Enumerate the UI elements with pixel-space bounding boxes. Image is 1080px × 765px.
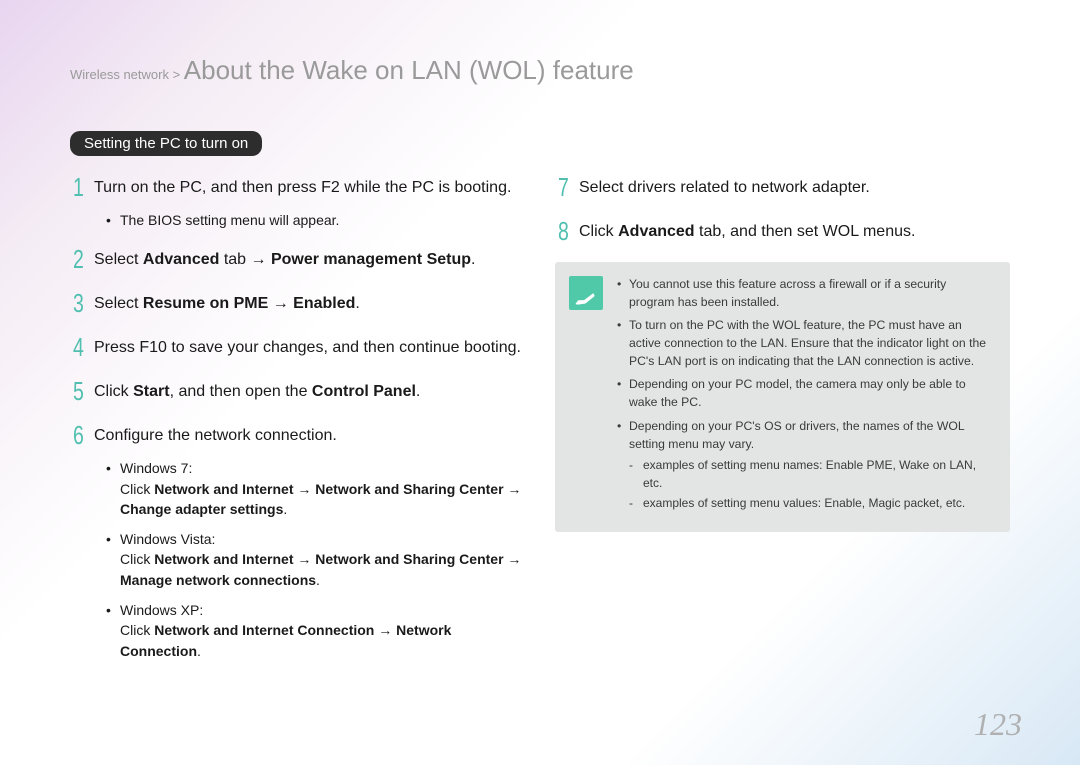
- step-number: 6: [73, 422, 91, 448]
- step-sublist-item: The BIOS setting menu will appear.: [106, 210, 525, 230]
- left-column: 1Turn on the PC, and then press F2 while…: [70, 174, 525, 677]
- note-item: You cannot use this feature across a fir…: [617, 276, 992, 311]
- note-item: Depending on your PC's OS or drivers, th…: [617, 418, 992, 513]
- note-sublist-item: examples of setting menu values: Enable,…: [629, 495, 992, 512]
- step-text: Turn on the PC, and then press F2 while …: [94, 174, 511, 199]
- step-sublist: The BIOS setting menu will appear.: [106, 210, 525, 230]
- step: 8Click Advanced tab, and then set WOL me…: [555, 218, 1010, 244]
- step-number: 2: [73, 246, 91, 272]
- step: 1Turn on the PC, and then press F2 while…: [70, 174, 525, 200]
- note-item: To turn on the PC with the WOL feature, …: [617, 317, 992, 370]
- step: 6Configure the network connection.: [70, 422, 525, 448]
- right-column: 7Select drivers related to network adapt…: [555, 174, 1010, 677]
- page-number: 123: [974, 706, 1022, 743]
- step: 5Click Start, and then open the Control …: [70, 378, 525, 404]
- section: Setting the PC to turn on 1Turn on the P…: [70, 131, 1010, 677]
- page-title: Wireless network > About the Wake on LAN…: [70, 55, 1010, 86]
- step-text: Select Resume on PME → Enabled.: [94, 290, 360, 315]
- step-number: 7: [558, 174, 576, 200]
- note-pen-icon: [569, 276, 603, 310]
- step-number: 8: [558, 218, 576, 244]
- step-text: Select Advanced tab → Power management S…: [94, 246, 475, 271]
- step-text: Configure the network connection.: [94, 422, 337, 447]
- note-list: You cannot use this feature across a fir…: [617, 276, 992, 518]
- step-text: Click Start, and then open the Control P…: [94, 378, 420, 403]
- section-heading-pill: Setting the PC to turn on: [70, 131, 262, 156]
- step-sublist-item: Windows Vista:Click Network and Internet…: [106, 529, 525, 590]
- step-number: 3: [73, 290, 91, 316]
- step: 7Select drivers related to network adapt…: [555, 174, 1010, 200]
- two-column-layout: 1Turn on the PC, and then press F2 while…: [70, 174, 1010, 677]
- step-sublist: Windows 7:Click Network and Internet → N…: [106, 458, 525, 661]
- note-item: Depending on your PC model, the camera m…: [617, 376, 992, 411]
- page-container: Wireless network > About the Wake on LAN…: [0, 0, 1080, 765]
- step-text: Select drivers related to network adapte…: [579, 174, 870, 199]
- step-number: 5: [73, 378, 91, 404]
- step-text: Click Advanced tab, and then set WOL men…: [579, 218, 915, 243]
- note-sublist: examples of setting menu names: Enable P…: [629, 457, 992, 512]
- step: 4Press F10 to save your changes, and the…: [70, 334, 525, 360]
- breadcrumb: Wireless network >: [70, 67, 184, 82]
- step: 3Select Resume on PME → Enabled.: [70, 290, 525, 316]
- step-number: 4: [73, 334, 91, 360]
- step-number: 1: [73, 174, 91, 200]
- note-sublist-item: examples of setting menu names: Enable P…: [629, 457, 992, 492]
- note-box: You cannot use this feature across a fir…: [555, 262, 1010, 532]
- step: 2Select Advanced tab → Power management …: [70, 246, 525, 272]
- step-sublist-item: Windows XP:Click Network and Internet Co…: [106, 600, 525, 661]
- title-text: About the Wake on LAN (WOL) feature: [184, 55, 634, 85]
- step-sublist-item: Windows 7:Click Network and Internet → N…: [106, 458, 525, 519]
- step-text: Press F10 to save your changes, and then…: [94, 334, 521, 359]
